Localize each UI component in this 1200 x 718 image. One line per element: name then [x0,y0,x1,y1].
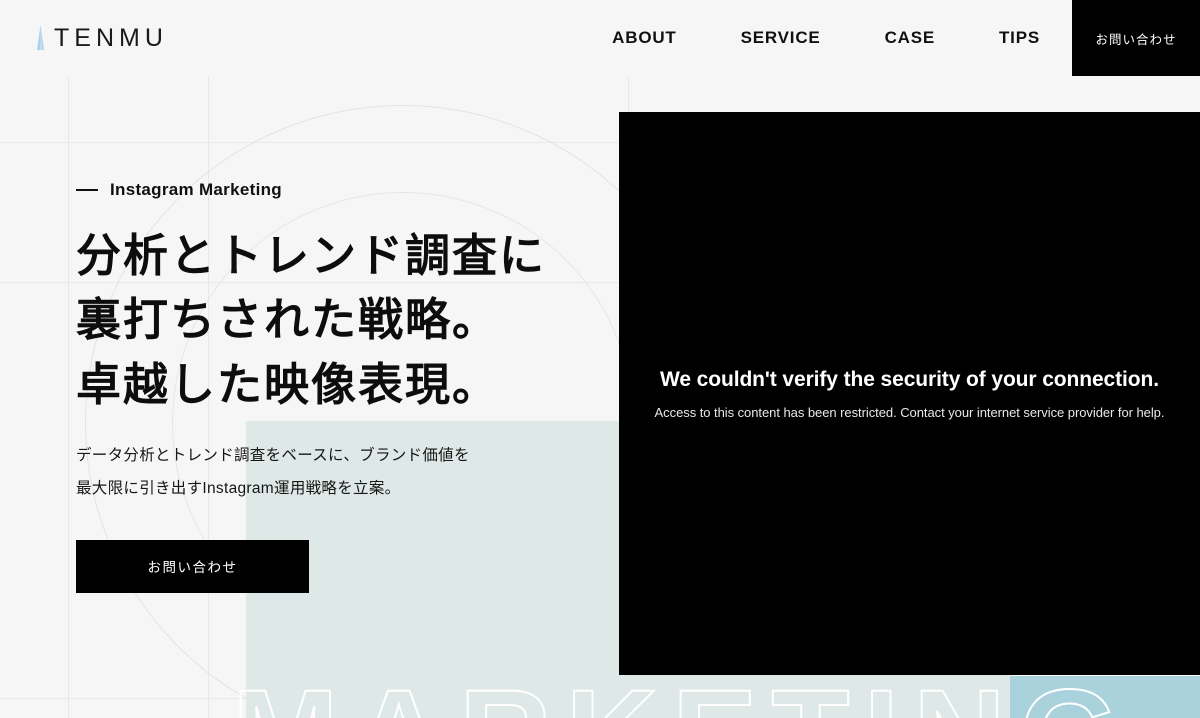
headline-line-3: 卓越した映像表現。 [76,358,500,410]
lead-line-1: データ分析とトレンド調査をベースに、ブランド価値を [76,447,470,465]
nav-item-about[interactable]: ABOUT [580,0,708,76]
nav-item-case[interactable]: CASE [853,0,967,76]
hero-section: Instagram Marketing 分析とトレンド調査に 裏打ちされた戦略。… [76,180,636,593]
blocked-content-panel: We couldn't verify the security of your … [619,112,1200,675]
error-title: We couldn't verify the security of your … [660,367,1159,391]
hero-eyebrow: Instagram Marketing [76,180,636,200]
error-subtitle: Access to this content has been restrict… [654,404,1165,420]
site-header: TENMU ABOUT SERVICE CASE TIPS お問い合わせ [0,0,1200,76]
nav-item-service[interactable]: SERVICE [709,0,853,76]
hero-contact-button[interactable]: お問い合わせ [76,539,309,593]
nav-item-tips[interactable]: TIPS [967,0,1072,76]
main-navigation: ABOUT SERVICE CASE TIPS お問い合わせ [580,0,1200,76]
page-root: MARKETING TENMU ABOUT SERVICE CASE TIPS … [0,0,1200,718]
hero-lead: データ分析とトレンド調査をベースに、ブランド価値を 最大限に引き出すInstag… [76,439,636,506]
hero-eyebrow-label: Instagram Marketing [110,180,282,199]
logo-text: TENMU [54,23,168,52]
hero-headline: 分析とトレンド調査に 裏打ちされた戦略。 卓越した映像表現。 [76,224,636,417]
logo[interactable]: TENMU [35,24,168,53]
headline-line-1: 分析とトレンド調査に [76,230,547,281]
droplet-icon [37,25,44,50]
lead-line-2: 最大限に引き出すInstagram運用戦略を立案。 [76,480,401,498]
headline-line-2: 裏打ちされた戦略。 [76,294,500,346]
header-contact-button[interactable]: お問い合わせ [1072,0,1200,76]
background-word: MARKETING [231,671,1133,718]
dash-icon [76,189,98,191]
grid-line-vertical [68,0,69,718]
